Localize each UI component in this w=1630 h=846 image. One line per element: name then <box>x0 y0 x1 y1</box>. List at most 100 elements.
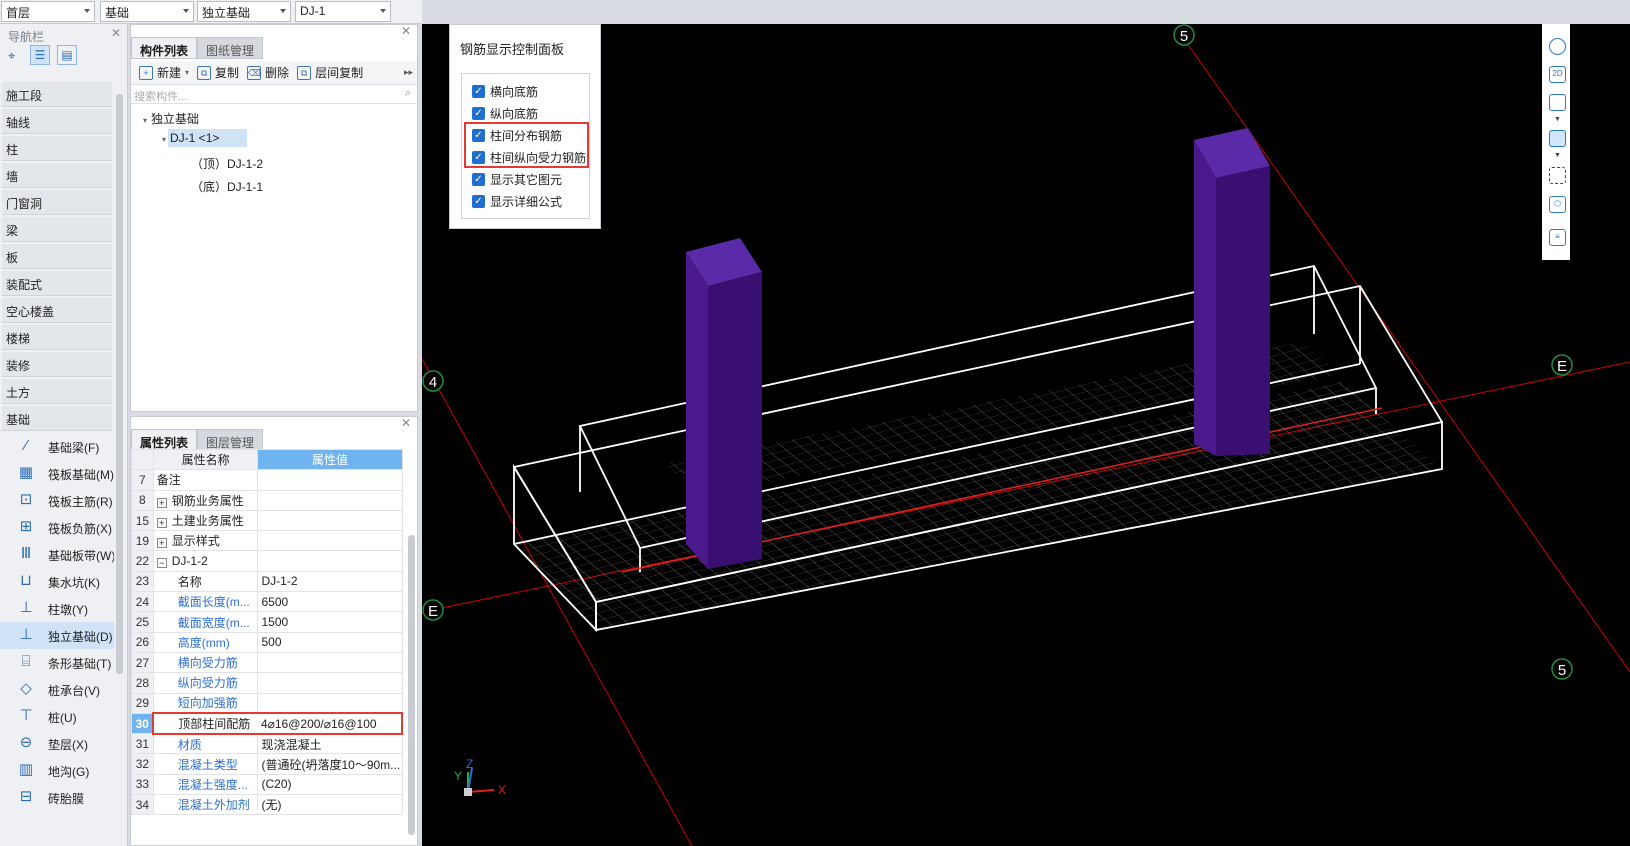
property-value[interactable]: 现浇混凝土 <box>257 733 403 755</box>
nav-sub-item[interactable]: ⁄ 基础梁(F) <box>0 433 114 460</box>
nav-sub-item[interactable]: Ⅲ 基础板带(W) <box>0 541 114 568</box>
tree-child-top[interactable]: （顶）DJ-1-2 <box>191 155 263 172</box>
orbit-icon[interactable] <box>1549 38 1566 55</box>
table-row[interactable]: 34 混凝土外加剂 (无) <box>131 794 403 816</box>
property-value[interactable]: (无) <box>257 794 403 816</box>
expand-icon[interactable]: + <box>156 518 167 529</box>
nav-category[interactable]: 装修 <box>2 352 112 377</box>
type-dropdown[interactable]: 独立基础 <box>197 1 291 22</box>
copy-button[interactable]: ⧉ 复制 <box>197 64 239 81</box>
nav-sub-item[interactable]: ⊟ 砖胎膜 <box>0 784 114 811</box>
property-value[interactable] <box>257 489 403 511</box>
checkbox-checked-icon[interactable]: ✓ <box>472 172 485 186</box>
view-3d-icon[interactable] <box>1549 94 1566 111</box>
collapse-icon[interactable]: ▾ <box>162 135 166 144</box>
property-value[interactable] <box>257 672 403 694</box>
nav-category[interactable]: 板 <box>2 244 112 269</box>
expand-icon[interactable]: + <box>156 497 167 508</box>
table-row[interactable]: 25 截面宽度(m... 1500 <box>131 611 403 633</box>
nav-sub-item[interactable]: ⊞ 筏板负筋(X) <box>0 514 114 541</box>
nav-category[interactable]: 装配式 <box>2 271 112 296</box>
3d-viewport[interactable]: 5 4 E E 5 Y Z X <box>422 24 1630 846</box>
nav-sub-item[interactable]: ⊥ 独立基础(D) <box>0 622 114 649</box>
new-button[interactable]: + 新建 ▾ <box>139 64 189 81</box>
property-value[interactable]: 1500 <box>257 611 403 633</box>
property-value[interactable] <box>257 692 403 714</box>
axis-label-e-left[interactable]: E <box>422 599 444 621</box>
nav-sub-item[interactable]: ▦ 筏板基础(M) <box>0 460 114 487</box>
axis-label-5-top[interactable]: 5 <box>1173 24 1195 46</box>
list-view-icon[interactable]: ☰ <box>30 45 50 65</box>
table-row[interactable]: 31 材质 现浇混凝土 <box>131 733 403 755</box>
nav-category[interactable]: 施工段 <box>2 82 112 107</box>
checkbox-checked-icon[interactable]: ✓ <box>472 194 485 208</box>
table-row[interactable]: 27 横向受力筋 <box>131 651 403 674</box>
nav-category[interactable]: 梁 <box>2 217 112 242</box>
property-value[interactable]: DJ-1-2 <box>257 570 403 593</box>
close-icon[interactable]: ✕ <box>401 24 411 38</box>
category-dropdown[interactable]: 基础 <box>100 1 194 22</box>
close-icon[interactable]: ✕ <box>401 416 411 430</box>
option-show-other-elements[interactable]: ✓ 显示其它图元 <box>472 171 562 187</box>
nav-category[interactable]: 门窗洞 <box>2 190 112 215</box>
nav-sub-item[interactable]: ◇ 桩承台(V) <box>0 676 114 703</box>
chevron-down-icon[interactable]: ▾ <box>185 68 189 77</box>
table-row[interactable]: 8 + 钢筋业务属性 <box>131 489 403 511</box>
more-icon[interactable]: ▸▸ <box>404 67 413 78</box>
nav-category[interactable]: 楼梯 <box>2 325 112 350</box>
collapse-icon[interactable]: ▾ <box>143 116 147 125</box>
search-icon[interactable]: ⌕ <box>405 87 411 100</box>
nav-scrollbar[interactable] <box>116 94 123 674</box>
property-value[interactable]: 6500 <box>257 591 403 613</box>
table-row[interactable]: 23 名称 DJ-1-2 <box>131 570 403 593</box>
table-row[interactable]: 30 顶部柱间配筋 4⌀16@200/⌀16@100 <box>131 712 404 735</box>
tab-layer-management[interactable]: 图层管理 <box>197 429 264 451</box>
property-value[interactable] <box>257 509 403 532</box>
tree-child-bottom[interactable]: （底）DJ-1-1 <box>191 178 263 195</box>
option-longitudinal-bottom[interactable]: ✓ 纵向底筋 <box>472 105 538 121</box>
floor-copy-button[interactable]: ⧉ 层间复制 <box>297 64 363 81</box>
nav-sub-item[interactable]: ⊡ 筏板主筋(R) <box>0 487 114 514</box>
nav-sub-item[interactable]: ⊔ 集水坑(K) <box>0 568 114 595</box>
expand-icon[interactable]: + <box>156 538 167 549</box>
view-2d-icon[interactable]: 2D <box>1549 66 1566 83</box>
property-value[interactable] <box>257 530 403 552</box>
option-transverse-bottom[interactable]: ✓ 横向底筋 <box>472 83 538 99</box>
tree-root[interactable]: ▾ 独立基础 <box>143 110 199 127</box>
collapse-icon[interactable]: − <box>156 558 167 569</box>
property-value[interactable] <box>257 550 403 572</box>
table-row[interactable]: 29 短向加强筋 <box>131 692 403 714</box>
component-dropdown[interactable]: DJ-1 <box>295 1 391 22</box>
nav-sub-item[interactable]: ⊖ 垫层(X) <box>0 730 114 757</box>
nav-category[interactable]: 土方 <box>2 379 112 404</box>
property-value[interactable] <box>257 469 403 491</box>
delete-button[interactable]: ⌫ 删除 <box>247 64 289 81</box>
property-value[interactable] <box>257 651 403 674</box>
checkbox-checked-icon[interactable]: ✓ <box>472 106 485 120</box>
table-row[interactable]: 22− DJ-1-2 <box>131 550 403 572</box>
table-row[interactable]: 15 + 土建业务属性 <box>131 509 403 532</box>
isometric-icon[interactable]: ⬡ <box>1549 196 1566 213</box>
property-value[interactable]: 500 <box>257 631 403 653</box>
nav-category[interactable]: 墙 <box>2 163 112 188</box>
search-input[interactable]: 搜索构件... ⌕ <box>131 86 417 104</box>
property-value[interactable]: (C20) <box>257 773 403 796</box>
nav-sub-item[interactable]: ⊤ 桩(U) <box>0 703 114 730</box>
axis-label-5-bottom[interactable]: 5 <box>1551 658 1573 680</box>
option-show-detailed-formula[interactable]: ✓ 显示详细公式 <box>472 193 562 209</box>
tab-component-list[interactable]: 构件列表 <box>131 37 198 59</box>
properties-view-icon[interactable]: ≡ <box>1549 229 1566 246</box>
tree-item[interactable]: ▾ DJ-1 <1> <box>162 129 248 147</box>
property-value[interactable]: 4⌀16@200/⌀16@100 <box>257 712 404 735</box>
nav-sub-item[interactable]: ⌸ 条形基础(T) <box>0 649 114 676</box>
axis-label-e-right[interactable]: E <box>1551 354 1573 376</box>
property-value[interactable]: (普通砼(坍落度10～90m... <box>257 753 403 775</box>
floor-dropdown[interactable]: 首层 <box>1 1 95 22</box>
detail-view-icon[interactable]: ▤ <box>57 45 77 65</box>
table-row[interactable]: 32 混凝土类型 (普通砼(坍落度10～90m... <box>131 753 403 775</box>
nav-category[interactable]: 空心楼盖 <box>2 298 112 323</box>
table-row[interactable]: 24 截面长度(m... 6500 <box>131 591 403 613</box>
chevron-down-icon[interactable]: ▼ <box>1554 116 1561 123</box>
property-scrollbar[interactable] <box>408 535 415 835</box>
table-row[interactable]: 33 混凝土强度... (C20) <box>131 773 403 796</box>
